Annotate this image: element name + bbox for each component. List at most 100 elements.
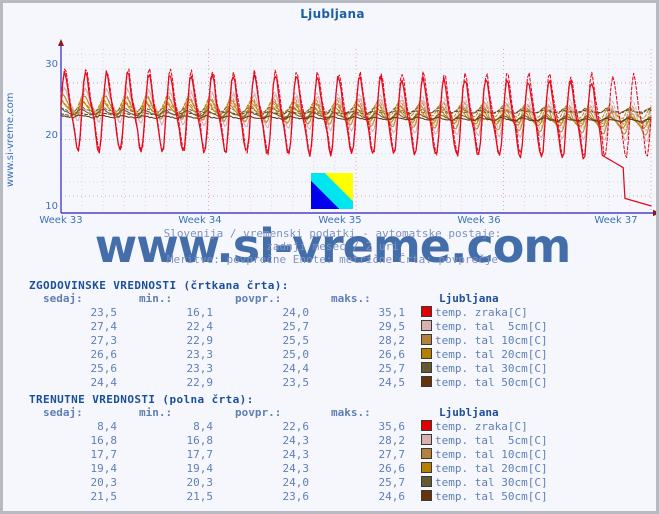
cell-avg: 24,3 [282, 448, 310, 461]
series-label: temp. zraka[C] [435, 420, 528, 433]
series-color-swatch [417, 434, 435, 448]
cell-now: 23,5 [90, 306, 118, 319]
series-color-swatch [417, 448, 435, 462]
series-label: temp. tal 30cm[C] [435, 362, 548, 375]
cell-max: 24,5 [378, 376, 406, 389]
historic-table-body: 23,5 16,1 24,0 35,1 temp. zraka[C] 27,4 22,4 25… [29, 306, 548, 390]
cell-now: 21,5 [90, 490, 118, 503]
table-row: 16,8 16,8 24,3 28,2 temp. tal 5cm[C] [29, 434, 548, 448]
cell-min: 16,1 [186, 306, 214, 319]
series-label: temp. tal 50cm[C] [435, 376, 548, 389]
cell-avg: 22,6 [282, 420, 310, 433]
series-label: temp. tal 10cm[C] [435, 334, 548, 347]
table-row: 19,4 19,4 24,3 26,6 temp. tal 20cm[C] [29, 462, 548, 476]
cell-max: 24,6 [378, 490, 406, 503]
cell-min: 16,8 [186, 434, 214, 447]
series-color-swatch [417, 334, 435, 348]
series-label: temp. tal 10cm[C] [435, 448, 548, 461]
cell-max: 35,1 [378, 306, 406, 319]
subtitle-line-2: zadnji mesec / 2 uri [266, 240, 399, 253]
col-header-min: min.: [139, 292, 173, 305]
cell-min: 23,3 [186, 362, 214, 375]
cell-max: 27,7 [378, 448, 406, 461]
cell-now: 19,4 [90, 462, 118, 475]
cell-now: 17,7 [90, 448, 118, 461]
series-label: temp. tal 5cm[C] [435, 320, 548, 333]
cell-now: 20,3 [90, 476, 118, 489]
subtitle-line-3: Meritve: povprečne Enote: metrične Črta:… [166, 253, 499, 266]
series-color-swatch [417, 320, 435, 334]
table-row: 25,6 23,3 24,4 25,7 temp. tal 30cm[C] [29, 362, 548, 376]
table-header-row: sedaj: min.: povpr.: maks.: Ljubljana [29, 292, 548, 306]
cell-now: 24,4 [90, 376, 118, 389]
cell-avg: 25,7 [282, 320, 310, 333]
cell-max: 29,5 [378, 320, 406, 333]
series-color-swatch [417, 362, 435, 376]
cell-min: 19,4 [186, 462, 214, 475]
cell-min: 20,3 [186, 476, 214, 489]
cell-min: 22,9 [186, 334, 214, 347]
col-header-now: sedaj: [43, 292, 83, 305]
subtitle-line-1: Slovenija / vremenski podatki - avtomats… [163, 227, 502, 240]
current-values-table: sedaj: min.: povpr.: maks.: Ljubljana 8,… [29, 406, 548, 504]
cell-min: 8,4 [193, 420, 213, 433]
current-table-title: TRENUTNE VREDNOSTI (polna črta): [29, 393, 254, 406]
historic-values-table: sedaj: min.: povpr.: maks.: Ljubljana 23… [29, 292, 548, 390]
cell-min: 17,7 [186, 448, 214, 461]
cell-avg: 23,5 [282, 376, 310, 389]
cell-now: 25,6 [90, 362, 118, 375]
cell-max: 35,6 [378, 420, 406, 433]
table-row: 8,4 8,4 22,6 35,6 temp. zraka[C] [29, 420, 548, 434]
col-header-now: sedaj: [43, 406, 83, 419]
col-header-avg: povpr.: [235, 406, 282, 419]
col-header-min: min.: [139, 406, 173, 419]
series-color-swatch [417, 462, 435, 476]
cell-avg: 25,5 [282, 334, 310, 347]
cell-avg: 24,3 [282, 462, 310, 475]
col-header-swatch [417, 292, 435, 306]
current-table-body: 8,4 8,4 22,6 35,6 temp. zraka[C] 16,8 16,8 24,3… [29, 420, 548, 504]
cell-now: 8,4 [97, 420, 117, 433]
values-tables: ZGODOVINSKE VREDNOSTI (črtkana črta): se… [25, 277, 640, 504]
col-header-swatch [417, 406, 435, 420]
cell-max: 28,2 [378, 434, 406, 447]
cell-max: 26,6 [378, 348, 406, 361]
cell-now: 27,4 [90, 320, 118, 333]
historic-table-title: ZGODOVINSKE VREDNOSTI (črtkana črta): [29, 279, 289, 292]
table-row: 23,5 16,1 24,0 35,1 temp. zraka[C] [29, 306, 548, 320]
table-row: 27,4 22,4 25,7 29,5 temp. tal 5cm[C] [29, 320, 548, 334]
chart-subtitle: Slovenija / vremenski podatki - avtomats… [3, 227, 656, 266]
series-color-swatch [417, 490, 435, 504]
cell-max: 25,7 [378, 476, 406, 489]
series-color-swatch [417, 306, 435, 320]
series-color-swatch [417, 348, 435, 362]
col-header-station: Ljubljana [439, 406, 499, 419]
series-color-swatch [417, 420, 435, 434]
series-label: temp. tal 5cm[C] [435, 434, 548, 447]
cell-max: 28,2 [378, 334, 406, 347]
table-row: 27,3 22,9 25,5 28,2 temp. tal 10cm[C] [29, 334, 548, 348]
cell-now: 26,6 [90, 348, 118, 361]
weather-chart: Ljubljana www.si-vreme.com 30 20 10 Week… [3, 3, 656, 275]
cell-avg: 24,0 [282, 306, 310, 319]
series-color-swatch [417, 476, 435, 490]
cell-avg: 24,3 [282, 434, 310, 447]
series-color-swatch [417, 376, 435, 390]
series-label: temp. tal 20cm[C] [435, 348, 548, 361]
series-label: temp. tal 50cm[C] [435, 490, 548, 503]
table-row: 17,7 17,7 24,3 27,7 temp. tal 10cm[C] [29, 448, 548, 462]
cell-now: 27,3 [90, 334, 118, 347]
cell-min: 23,3 [186, 348, 214, 361]
table-row: 24,4 22,9 23,5 24,5 temp. tal 50cm[C] [29, 376, 548, 390]
table-row: 26,6 23,3 25,0 26,6 temp. tal 20cm[C] [29, 348, 548, 362]
page-root: Ljubljana www.si-vreme.com 30 20 10 Week… [0, 0, 659, 514]
cell-min: 21,5 [186, 490, 214, 503]
cell-now: 16,8 [90, 434, 118, 447]
series-label: temp. tal 20cm[C] [435, 462, 548, 475]
col-header-avg: povpr.: [235, 292, 282, 305]
cell-avg: 23,6 [282, 490, 310, 503]
cell-max: 25,7 [378, 362, 406, 375]
col-header-station: Ljubljana [439, 292, 499, 305]
cell-avg: 24,0 [282, 476, 310, 489]
col-header-max: maks.: [331, 292, 371, 305]
